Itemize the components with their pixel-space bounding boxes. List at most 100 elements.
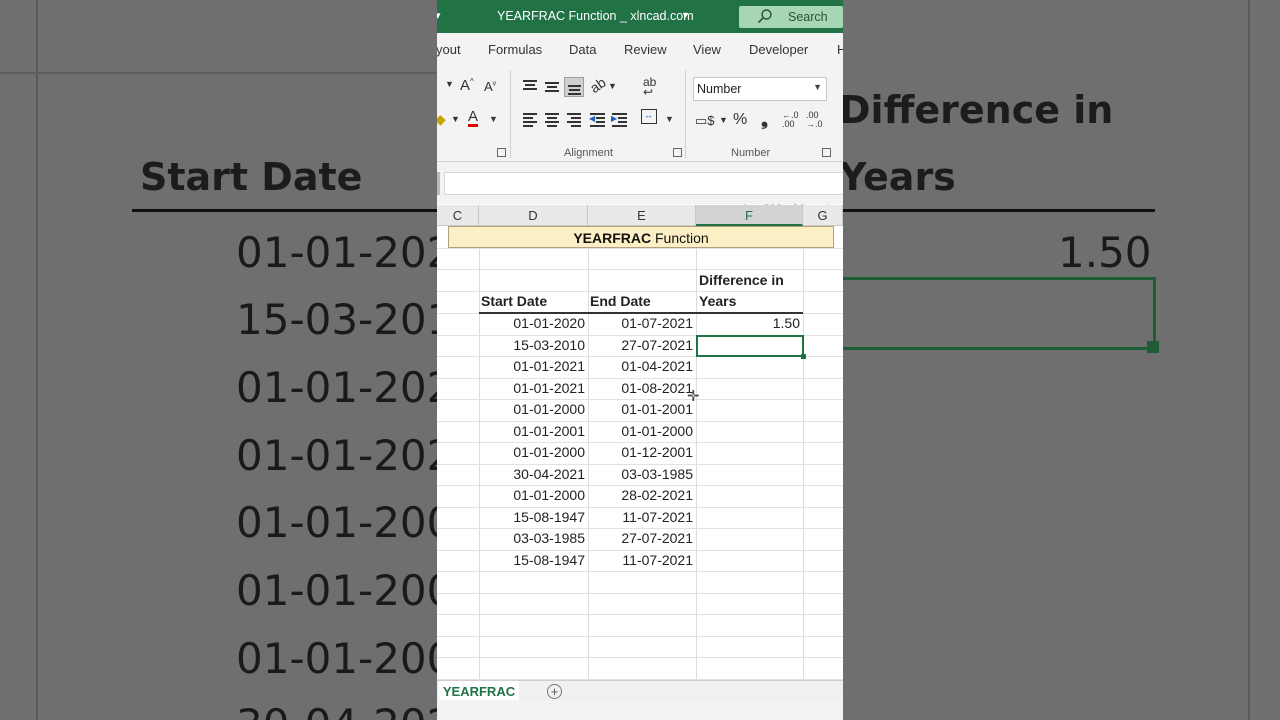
fill-handle[interactable] (801, 354, 806, 359)
font-color-dropdown-icon[interactable]: ▼ (489, 114, 498, 124)
number-dialog-launcher-icon[interactable] (822, 148, 831, 157)
bg-value: 01-01-202 (236, 228, 437, 277)
end-date-cell[interactable]: 01-08-2021 (588, 378, 695, 399)
end-date-cell[interactable]: 01-04-2021 (588, 356, 695, 377)
align-middle-icon[interactable] (542, 77, 562, 97)
font-color-icon[interactable]: A (468, 109, 479, 127)
end-date-cell[interactable]: 01-01-2000 (588, 421, 695, 442)
align-top-icon[interactable] (520, 77, 540, 97)
name-box-edge[interactable] (437, 172, 440, 195)
end-date-cell[interactable]: 27-07-2021 (588, 528, 695, 549)
align-bottom-icon[interactable] (564, 77, 584, 97)
column-header-f[interactable]: F (696, 205, 803, 226)
decrease-indent-icon[interactable]: ◀ (588, 109, 608, 129)
start-date-cell[interactable]: 03-03-1985 (479, 528, 587, 549)
column-header-g[interactable]: G (803, 205, 843, 226)
end-date-cell[interactable]: 03-03-1985 (588, 464, 695, 485)
tab-formulas[interactable]: Formulas (488, 42, 542, 57)
end-date-cell[interactable]: 01-12-2001 (588, 442, 695, 463)
fill-color-icon[interactable]: ◆ (437, 111, 446, 128)
column-header-e[interactable]: E (588, 205, 696, 226)
end-date-cell[interactable]: 27-07-2021 (588, 335, 695, 356)
difference-cell[interactable] (696, 528, 802, 549)
font-size-dropdown-icon[interactable]: ▼ (445, 79, 454, 89)
align-center-icon[interactable] (542, 109, 562, 129)
active-cell-selection[interactable] (696, 335, 804, 357)
fill-color-dropdown-icon[interactable]: ▼ (451, 114, 460, 124)
start-date-cell[interactable]: 15-03-2010 (479, 335, 587, 356)
merge-dropdown-icon[interactable]: ▼ (665, 114, 674, 124)
difference-cell[interactable] (696, 378, 802, 399)
increase-decimal-icon[interactable]: ←.0.00 (782, 111, 799, 129)
end-date-cell[interactable]: 11-07-2021 (588, 507, 695, 528)
start-date-cell[interactable]: 30-04-2021 (479, 464, 587, 485)
end-date-header[interactable]: End Date (590, 293, 651, 309)
tab-home[interactable]: H (837, 42, 843, 57)
difference-cell[interactable]: 1.50 (696, 313, 802, 334)
bg-gridline (36, 0, 38, 720)
end-date-cell[interactable]: 28-02-2021 (588, 485, 695, 506)
title-bar: ▾ YEARFRAC Function _ xlncad.com ▼ Searc… (437, 0, 843, 33)
start-date-cell[interactable]: 01-01-2020 (479, 313, 587, 334)
start-date-header[interactable]: Start Date (481, 293, 547, 309)
tab-page-layout[interactable]: yout (437, 42, 461, 57)
difference-cell[interactable] (696, 399, 802, 420)
start-date-cell[interactable]: 15-08-1947 (479, 507, 587, 528)
start-date-cell[interactable]: 01-01-2021 (479, 378, 587, 399)
increase-font-icon[interactable]: A^ (460, 77, 474, 94)
sheet-title-banner[interactable]: YEARFRAC Function (448, 226, 834, 248)
difference-cell[interactable] (696, 464, 802, 485)
decrease-font-icon[interactable]: Av (484, 79, 496, 94)
start-date-cell[interactable]: 01-01-2000 (479, 485, 587, 506)
ribbon-separator (510, 70, 511, 158)
wrap-text-icon[interactable]: ab ↩ (643, 76, 656, 98)
start-date-cell[interactable]: 01-01-2021 (479, 356, 587, 377)
end-date-cell[interactable]: 01-01-2001 (588, 399, 695, 420)
difference-cell[interactable] (696, 421, 802, 442)
percent-style-icon[interactable]: % (733, 111, 747, 129)
number-format-select[interactable]: Number ▼ (693, 77, 827, 101)
difference-cell[interactable] (696, 550, 802, 571)
formula-input[interactable] (444, 172, 843, 195)
column-header-d[interactable]: D (479, 205, 588, 226)
worksheet-grid[interactable]: YEARFRAC Function Start Date End Date Di… (437, 226, 843, 680)
font-dialog-launcher-icon[interactable] (497, 148, 506, 157)
tab-view[interactable]: View (693, 42, 721, 57)
difference-cell[interactable] (696, 442, 802, 463)
column-header-c[interactable]: C (437, 205, 479, 226)
excel-window: ▾ YEARFRAC Function _ xlncad.com ▼ Searc… (437, 0, 843, 720)
orientation-icon[interactable]: ab (587, 74, 609, 96)
difference-header-line1[interactable]: Difference in (699, 272, 784, 288)
accounting-format-icon[interactable]: ▭$ (695, 113, 715, 129)
difference-cell[interactable] (696, 356, 802, 377)
start-date-cell[interactable]: 01-01-2001 (479, 421, 587, 442)
tab-review[interactable]: Review (624, 42, 667, 57)
qat-overflow-icon[interactable]: ▾ (437, 9, 441, 22)
search-label: Search (788, 10, 828, 24)
accounting-dropdown-icon[interactable]: ▼ (719, 115, 728, 125)
difference-cell[interactable] (696, 507, 802, 528)
orientation-dropdown-icon[interactable]: ▼ (608, 81, 617, 91)
title-dropdown-icon[interactable]: ▼ (681, 10, 690, 20)
add-sheet-icon[interactable]: + (547, 684, 562, 699)
start-date-cell[interactable]: 15-08-1947 (479, 550, 587, 571)
merge-center-icon[interactable]: ↔ (641, 109, 657, 124)
end-date-cell[interactable]: 11-07-2021 (588, 550, 695, 571)
alignment-dialog-launcher-icon[interactable] (673, 148, 682, 157)
end-date-cell[interactable]: 01-07-2021 (588, 313, 695, 334)
decrease-decimal-icon[interactable]: .00 →.0 (806, 111, 823, 129)
difference-header-line2[interactable]: Years (699, 293, 736, 309)
bg-header-rule (132, 209, 437, 212)
start-date-cell[interactable]: 01-01-2000 (479, 399, 587, 420)
comma-style-icon[interactable]: ❟ (761, 109, 768, 130)
difference-cell[interactable] (696, 485, 802, 506)
align-left-icon[interactable] (520, 109, 540, 129)
bg-start-date-header: Start Date (140, 155, 363, 199)
tab-data[interactable]: Data (569, 42, 596, 57)
increase-indent-icon[interactable]: ▶ (610, 109, 630, 129)
search-box[interactable]: Search (739, 6, 843, 28)
start-date-cell[interactable]: 01-01-2000 (479, 442, 587, 463)
align-right-icon[interactable] (564, 109, 584, 129)
search-icon (757, 9, 772, 24)
tab-developer[interactable]: Developer (749, 42, 808, 57)
